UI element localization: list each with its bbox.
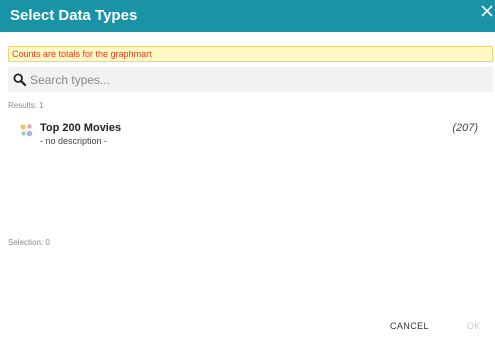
counts-notice: Counts are totals for the graphmart xyxy=(8,46,493,62)
search-bar[interactable] xyxy=(8,67,493,92)
cancel-button[interactable]: CANCEL xyxy=(390,320,429,332)
list-item[interactable]: Top 200 Movies - no description - (207) xyxy=(8,118,493,160)
results-count: Results: 1 xyxy=(8,101,44,110)
close-icon[interactable] xyxy=(479,3,495,19)
data-type-icon xyxy=(19,123,34,138)
dialog-header: Select Data Types xyxy=(0,0,495,32)
item-name: Top 200 Movies xyxy=(40,122,122,134)
select-data-types-dialog: Select Data Types Counts are totals for … xyxy=(0,0,495,338)
ok-button[interactable]: OK xyxy=(467,320,481,332)
item-count: (207) xyxy=(452,122,478,134)
selection-count: Selection: 0 xyxy=(8,238,50,247)
item-description: - no description - xyxy=(40,136,108,146)
search-icon xyxy=(13,73,27,87)
dialog-title: Select Data Types xyxy=(10,7,138,24)
search-input[interactable] xyxy=(30,67,485,92)
